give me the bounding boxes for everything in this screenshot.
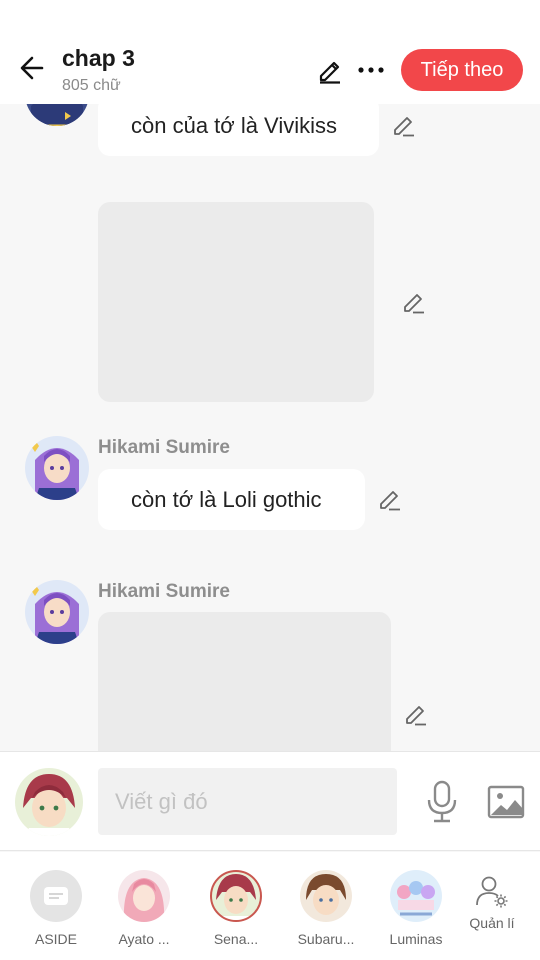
character-label: Sena... [213, 931, 259, 947]
character-avatar [118, 870, 170, 922]
edit-message-button[interactable] [377, 486, 403, 512]
pencil-icon [406, 706, 426, 726]
message-bubble[interactable]: còn của tớ là Vivikiss [98, 96, 379, 156]
composer-bar [0, 751, 540, 851]
character-sena[interactable]: Sena... [196, 870, 276, 947]
word-count: 805 chữ [62, 77, 121, 94]
current-character-avatar[interactable] [15, 768, 83, 836]
manage-characters-button[interactable]: Quản lí [452, 870, 532, 931]
edit-message-button[interactable] [401, 289, 427, 315]
top-bar: chap 3 805 chữ Tiếp theo [0, 0, 540, 104]
pencil-icon [404, 294, 424, 314]
avatar[interactable] [25, 580, 89, 644]
back-button[interactable] [14, 50, 50, 86]
character-avatar-image [25, 436, 89, 500]
character-ayato[interactable]: Ayato ... [104, 870, 184, 947]
message-text: còn tớ là Loli gothic [131, 486, 322, 512]
character-label: Quản lí [469, 915, 515, 931]
message-text: còn của tớ là Vivikiss [131, 113, 337, 138]
message-image[interactable] [98, 202, 374, 402]
sender-name: Hikami Sumire [98, 437, 230, 458]
character-avatar-image [216, 874, 256, 920]
next-chapter-button[interactable]: Tiếp theo [401, 49, 523, 91]
character-selector: ASIDE Ayato ... Sena... Subaru... Lumina… [0, 852, 540, 960]
edit-message-button[interactable] [391, 112, 417, 138]
character-avatar-image [25, 580, 89, 644]
edit-chapter-button[interactable] [314, 54, 346, 86]
message-input[interactable] [98, 768, 397, 835]
more-dots-icon [358, 67, 384, 73]
character-avatar-image [15, 768, 83, 836]
character-label: ASIDE [34, 931, 77, 947]
character-avatar [390, 870, 442, 922]
mic-icon [427, 780, 457, 823]
character-label: Subaru... [297, 931, 355, 947]
character-subaru[interactable]: Subaru... [286, 870, 366, 947]
pencil-icon [394, 117, 414, 137]
character-aside[interactable]: ASIDE [16, 870, 96, 947]
image-icon [487, 785, 525, 819]
character-luminas[interactable]: Luminas [376, 870, 456, 947]
sender-name: Hikami Sumire [98, 581, 230, 602]
character-label: Ayato ... [118, 931, 170, 947]
voice-input-button[interactable] [422, 778, 462, 826]
character-label: Luminas [389, 931, 443, 947]
character-avatar [210, 870, 262, 922]
character-avatar-image [397, 881, 435, 916]
back-arrow-icon [20, 56, 44, 80]
chapter-title: chap 3 [62, 45, 135, 71]
aside-icon [44, 887, 68, 905]
message-bubble[interactable]: còn tớ là Loli gothic [98, 469, 365, 530]
aside-avatar [30, 870, 82, 922]
character-avatar-image [123, 878, 165, 922]
edit-message-button[interactable] [403, 701, 429, 727]
manage-user-icon [476, 876, 508, 908]
pencil-icon [380, 491, 400, 511]
character-avatar-image [306, 874, 346, 915]
character-avatar [300, 870, 352, 922]
chat-screen: chap 3 805 chữ Tiếp theo còn của tớ là V… [0, 0, 540, 960]
manage-icon-wrap [472, 870, 512, 914]
avatar[interactable] [25, 436, 89, 500]
pencil-icon [319, 61, 340, 84]
more-options-button[interactable] [354, 54, 388, 86]
insert-image-button[interactable] [486, 782, 526, 822]
